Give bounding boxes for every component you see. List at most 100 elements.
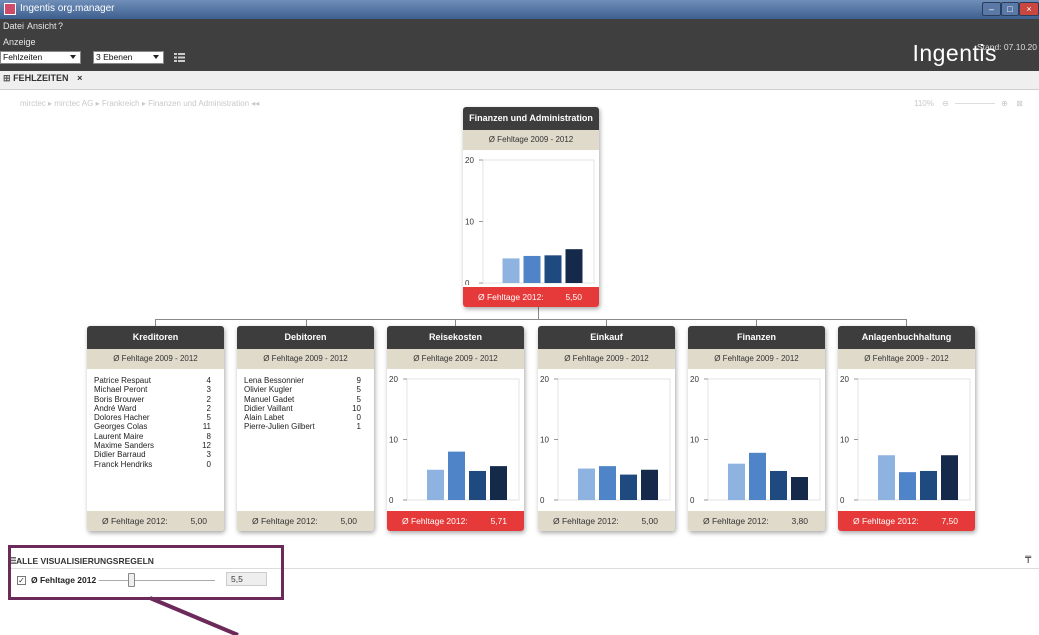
footer-label: Ø Fehltage 2012: xyxy=(402,516,468,526)
person-row[interactable]: Franck Hendriks 0 xyxy=(94,460,211,469)
org-chart-icon: ⊞ xyxy=(3,73,11,83)
close-window-button[interactable]: × xyxy=(1019,2,1039,16)
org-card-kreditoren[interactable]: Kreditoren Ø Fehltage 2009 - 2012 Patric… xyxy=(87,326,224,531)
fit-icon[interactable]: ⊠ xyxy=(1016,99,1023,108)
breadcrumb[interactable]: mirctec ▸ mirctec AG ▸ Frankreich ▸ Fina… xyxy=(20,99,259,108)
card-title: Kreditoren xyxy=(87,326,224,349)
card-footer: Ø Fehltage 2012: 3,80 xyxy=(688,511,825,531)
y-tick-label: 20 xyxy=(540,375,549,384)
menu-help[interactable]: ? xyxy=(58,21,63,31)
person-row[interactable]: Alain Labet 0 xyxy=(244,413,361,422)
org-card-reisekosten[interactable]: Reisekosten Ø Fehltage 2009 - 2012 0 10 20… xyxy=(387,326,524,531)
view-select[interactable]: Fehlzeiten xyxy=(0,51,81,64)
card-subheader: Ø Fehltage 2009 - 2012 xyxy=(87,349,224,369)
y-tick-label: 10 xyxy=(840,436,849,445)
highlight-frame xyxy=(8,545,284,600)
zoom-out-icon[interactable]: ⊖ xyxy=(942,99,949,108)
bar xyxy=(941,455,958,500)
footer-value: 5,50 xyxy=(565,292,582,302)
person-row[interactable]: Boris Brouwer 2 xyxy=(94,395,211,404)
person-row[interactable]: Manuel Gadet 5 xyxy=(244,395,361,404)
levels-select-value: 3 Ebenen xyxy=(96,52,133,62)
org-card-einkauf[interactable]: Einkauf Ø Fehltage 2009 - 2012 0 10 20 Ø F… xyxy=(538,326,675,531)
bar xyxy=(899,472,916,500)
bar xyxy=(523,255,541,283)
person-name: Dolores Hacher xyxy=(94,413,150,423)
chevron-down-icon xyxy=(153,55,159,59)
y-tick-label: 0 xyxy=(840,496,845,505)
bar xyxy=(448,451,465,500)
person-row[interactable]: Lena Bessonnier 9 xyxy=(244,376,361,385)
zoom-control[interactable]: 110% ⊖ ⊕ ⊠ xyxy=(914,99,1023,108)
person-row[interactable]: Patrice Respaut 4 xyxy=(94,376,211,385)
org-card-finanzen[interactable]: Finanzen Ø Fehltage 2009 - 2012 0 10 20 Ø … xyxy=(688,326,825,531)
bar xyxy=(469,470,486,500)
levels-select[interactable]: 3 Ebenen xyxy=(93,51,164,64)
close-tab-icon[interactable]: × xyxy=(77,73,82,83)
y-tick-label: 20 xyxy=(840,375,849,384)
tab-strip: ⊞ FEHLZEITEN × xyxy=(0,71,1039,90)
zoom-in-icon[interactable]: ⊕ xyxy=(1001,99,1008,108)
org-card-debitoren[interactable]: Debitoren Ø Fehltage 2009 - 2012 Lena Be… xyxy=(237,326,374,531)
y-tick-label: 10 xyxy=(465,218,474,227)
window-titlebar: Ingentis org.manager – □ × xyxy=(0,0,1039,19)
bar xyxy=(599,466,616,500)
menu-datei[interactable]: Datei xyxy=(3,21,24,31)
connector-line xyxy=(538,307,539,319)
person-fehltage: 4 xyxy=(206,376,211,385)
person-fehltage: 2 xyxy=(206,403,211,413)
person-name: Franck Hendriks xyxy=(94,459,153,469)
card-subheader: Ø Fehltage 2009 - 2012 xyxy=(688,349,825,369)
y-tick-label: 20 xyxy=(465,156,474,165)
person-row[interactable]: Laurent Maire 8 xyxy=(94,432,211,441)
person-row[interactable]: Dolores Hacher 5 xyxy=(94,413,211,422)
person-row[interactable]: Didier Vaillant 10 xyxy=(244,404,361,413)
card-footer: Ø Fehltage 2012: 5,50 xyxy=(463,287,599,307)
bar xyxy=(565,249,583,283)
person-fehltage: 12 xyxy=(202,441,211,451)
bar xyxy=(770,470,787,500)
org-card-root[interactable]: Finanzen und Administration Ø Fehltage 2… xyxy=(463,107,599,307)
card-title: Einkauf xyxy=(538,326,675,349)
maximize-button[interactable]: □ xyxy=(1001,2,1019,16)
card-title: Finanzen xyxy=(688,326,825,349)
zoom-slider[interactable] xyxy=(955,103,996,105)
person-row[interactable]: Maxime Sanders 12 xyxy=(94,441,211,450)
bar xyxy=(728,463,745,500)
card-footer: Ø Fehltage 2012: 5,00 xyxy=(538,511,675,531)
window-title: Ingentis org.manager xyxy=(20,3,115,14)
card-footer: Ø Fehltage 2012: 5,00 xyxy=(87,511,224,531)
bar xyxy=(544,255,562,283)
person-row[interactable]: André Ward 2 xyxy=(94,404,211,413)
person-name: Patrice Respaut xyxy=(94,376,151,385)
org-card-anlagenbuchhaltung[interactable]: Anlagenbuchhaltung Ø Fehltage 2009 - 201… xyxy=(838,326,975,531)
footer-label: Ø Fehltage 2012: xyxy=(703,516,769,526)
app-header: Datei Ansicht ? Anzeige Fehlzeiten 3 Ebe… xyxy=(0,19,1039,71)
menu-ansicht[interactable]: Ansicht xyxy=(27,21,57,31)
person-row[interactable]: Georges Colas 11 xyxy=(94,422,211,431)
person-fehltage: 9 xyxy=(356,376,361,385)
person-row[interactable]: Pierre-Julien Gilbert 1 xyxy=(244,422,361,431)
minimize-button[interactable]: – xyxy=(982,2,1001,16)
bar xyxy=(620,474,637,500)
annotation-arrow xyxy=(149,596,239,635)
person-name: Pierre-Julien Gilbert xyxy=(244,422,315,432)
bar xyxy=(920,470,937,500)
bar xyxy=(749,452,766,500)
person-list: Lena Bessonnier 9 Olivier Kugler 5 Manuel Ga… xyxy=(244,376,361,432)
person-row[interactable]: Olivier Kugler 5 xyxy=(244,385,361,394)
card-title: Finanzen und Administration xyxy=(463,107,599,130)
footer-label: Ø Fehltage 2012: xyxy=(102,516,168,526)
person-name: Michael Peront xyxy=(94,385,148,395)
footer-value: 5,00 xyxy=(641,516,658,526)
bar-chart: 0 10 20 xyxy=(389,375,520,505)
pin-icon[interactable]: ₸ xyxy=(1025,555,1031,566)
rules-list-icon[interactable] xyxy=(174,53,185,62)
footer-value: 5,00 xyxy=(190,516,207,526)
person-row[interactable]: Michael Peront 3 xyxy=(94,385,211,394)
card-footer: Ø Fehltage 2012: 5,71 xyxy=(387,511,524,531)
person-fehltage: 5 xyxy=(356,394,361,404)
person-name: Maxime Sanders xyxy=(94,441,155,451)
tab-fehlzeiten[interactable]: ⊞ FEHLZEITEN × xyxy=(3,73,82,84)
person-row[interactable]: Didier Barraud 3 xyxy=(94,450,211,459)
